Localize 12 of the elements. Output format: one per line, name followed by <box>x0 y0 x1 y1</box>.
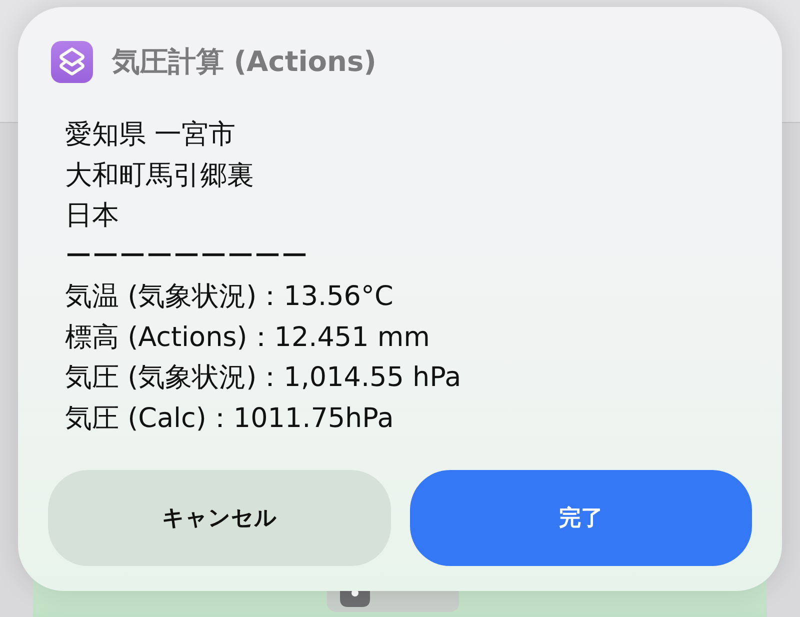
result-line: 標高 (Actions)：12.451 mm <box>65 320 430 354</box>
result-line: 愛知県 一宮市 <box>65 118 236 152</box>
result-line: 気圧 (Calc)：1011.75hPa <box>65 402 394 436</box>
result-line: 気圧 (気象状況)：1,014.55 hPa <box>65 361 462 395</box>
result-line: 大和町馬引郷裏 <box>65 158 254 192</box>
result-line: 気温 (気象状況)：13.56°C <box>65 280 394 314</box>
result-line: 日本 <box>65 199 119 233</box>
result-line: ーーーーーーーーー <box>65 240 308 274</box>
layers-icon <box>51 41 93 83</box>
cancel-button[interactable]: キャンセル <box>48 470 390 566</box>
done-button[interactable]: 完了 <box>410 470 752 566</box>
dialog-title: 気圧計算 (Actions) <box>112 44 376 80</box>
